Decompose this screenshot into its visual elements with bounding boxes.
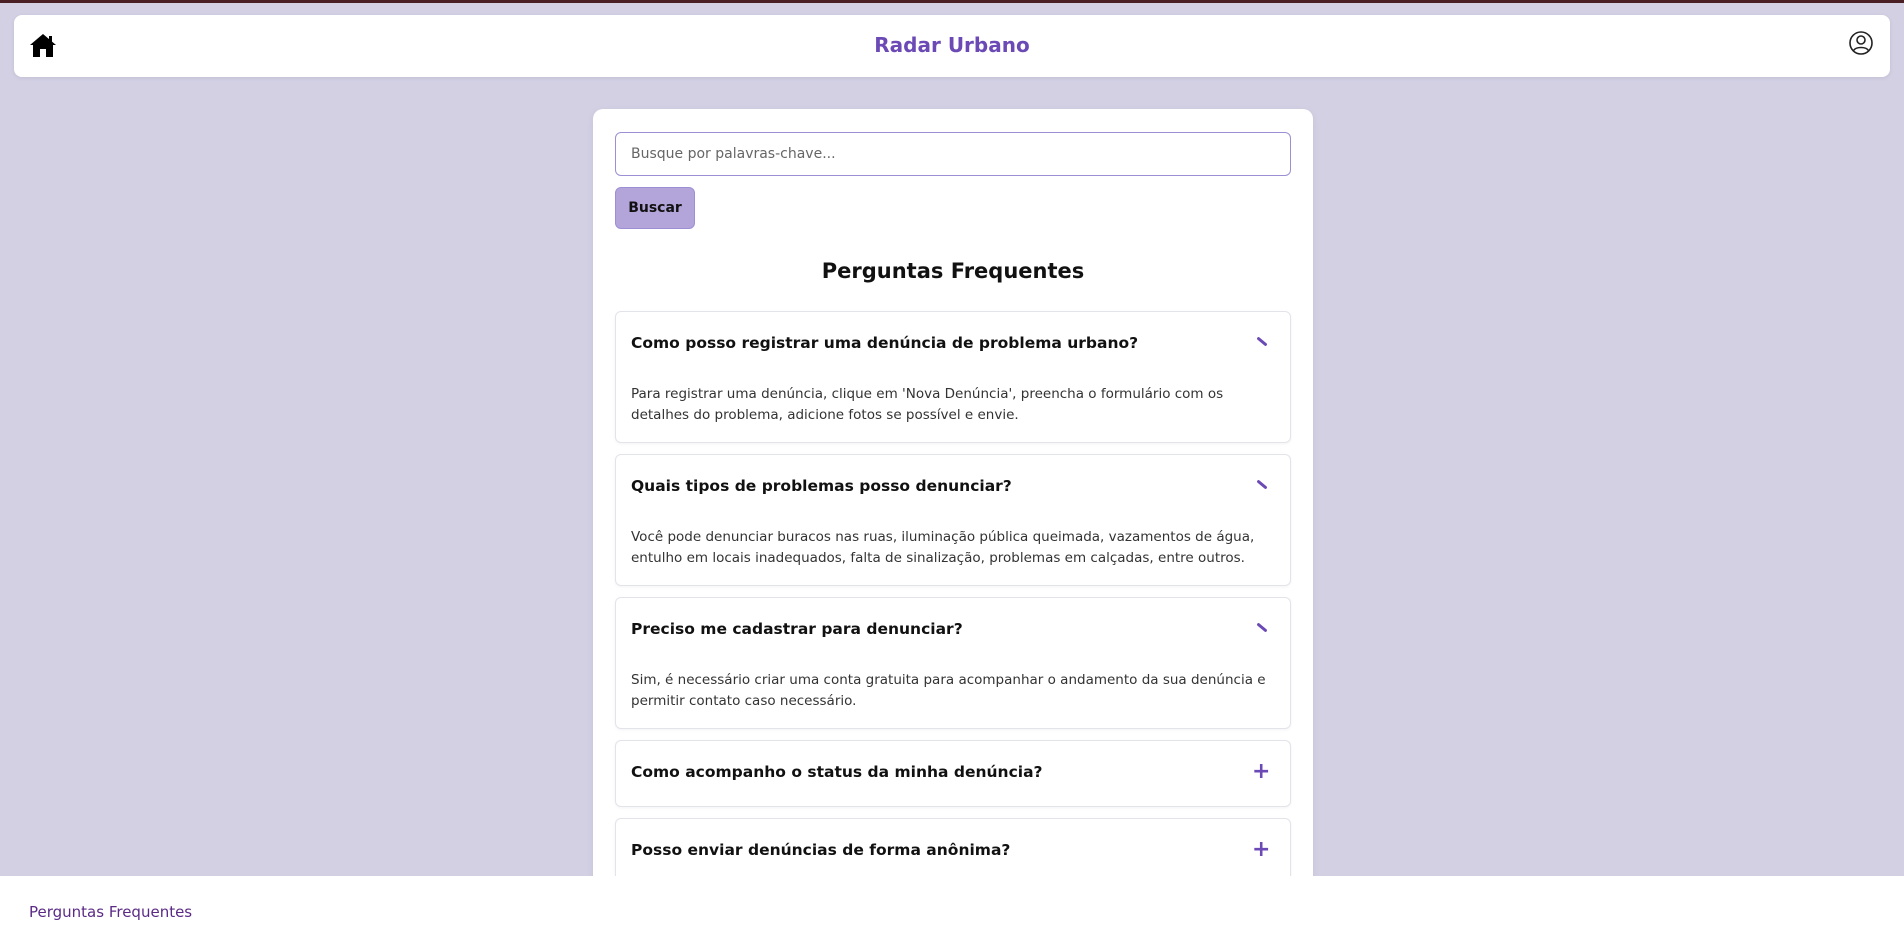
faq-question[interactable]: Posso enviar denúncias de forma anônima? [631, 841, 1231, 859]
faq-list: Como posso registrar uma denúncia de pro… [615, 311, 1291, 896]
search-input[interactable] [615, 132, 1291, 176]
collapse-icon[interactable] [1256, 336, 1268, 347]
search-button[interactable]: Buscar [615, 187, 695, 229]
top-navbar: Radar Urbano [14, 15, 1890, 77]
faq-question[interactable]: Como posso registrar uma denúncia de pro… [631, 334, 1231, 352]
faq-heading: Perguntas Frequentes [821, 259, 1085, 283]
faq-item[interactable]: Quais tipos de problemas posso denunciar… [615, 454, 1291, 586]
faq-item[interactable]: Posso enviar denúncias de forma anônima?… [615, 818, 1291, 885]
faq-item[interactable]: Como posso registrar uma denúncia de pro… [615, 311, 1291, 443]
expand-plus-icon[interactable]: + [1252, 761, 1270, 783]
app-title: Radar Urbano [874, 33, 1030, 57]
faq-answer: Você pode denunciar buracos nas ruas, il… [631, 529, 1255, 566]
faq-answer: Sim, é necessário criar uma conta gratui… [631, 672, 1266, 709]
expand-plus-icon[interactable]: + [1252, 839, 1270, 861]
faq-question[interactable]: Preciso me cadastrar para denunciar? [631, 620, 1231, 638]
user-circle-icon[interactable] [1848, 30, 1874, 56]
collapse-icon[interactable] [1256, 622, 1268, 633]
faq-answer: Para registrar uma denúncia, clique em '… [631, 386, 1224, 423]
window-top-strip [0, 0, 1904, 3]
faq-item[interactable]: Preciso me cadastrar para denunciar? Sim… [615, 597, 1291, 729]
faq-question[interactable]: Como acompanho o status da minha denúnci… [631, 763, 1231, 781]
collapse-icon[interactable] [1256, 479, 1268, 490]
footer: Perguntas Frequentes [0, 876, 1904, 946]
footer-faq-link[interactable]: Perguntas Frequentes [29, 903, 192, 921]
faq-item[interactable]: Como acompanho o status da minha denúnci… [615, 740, 1291, 807]
faq-card: Buscar Perguntas Frequentes Como posso r… [593, 109, 1313, 946]
faq-question[interactable]: Quais tipos de problemas posso denunciar… [631, 477, 1231, 495]
